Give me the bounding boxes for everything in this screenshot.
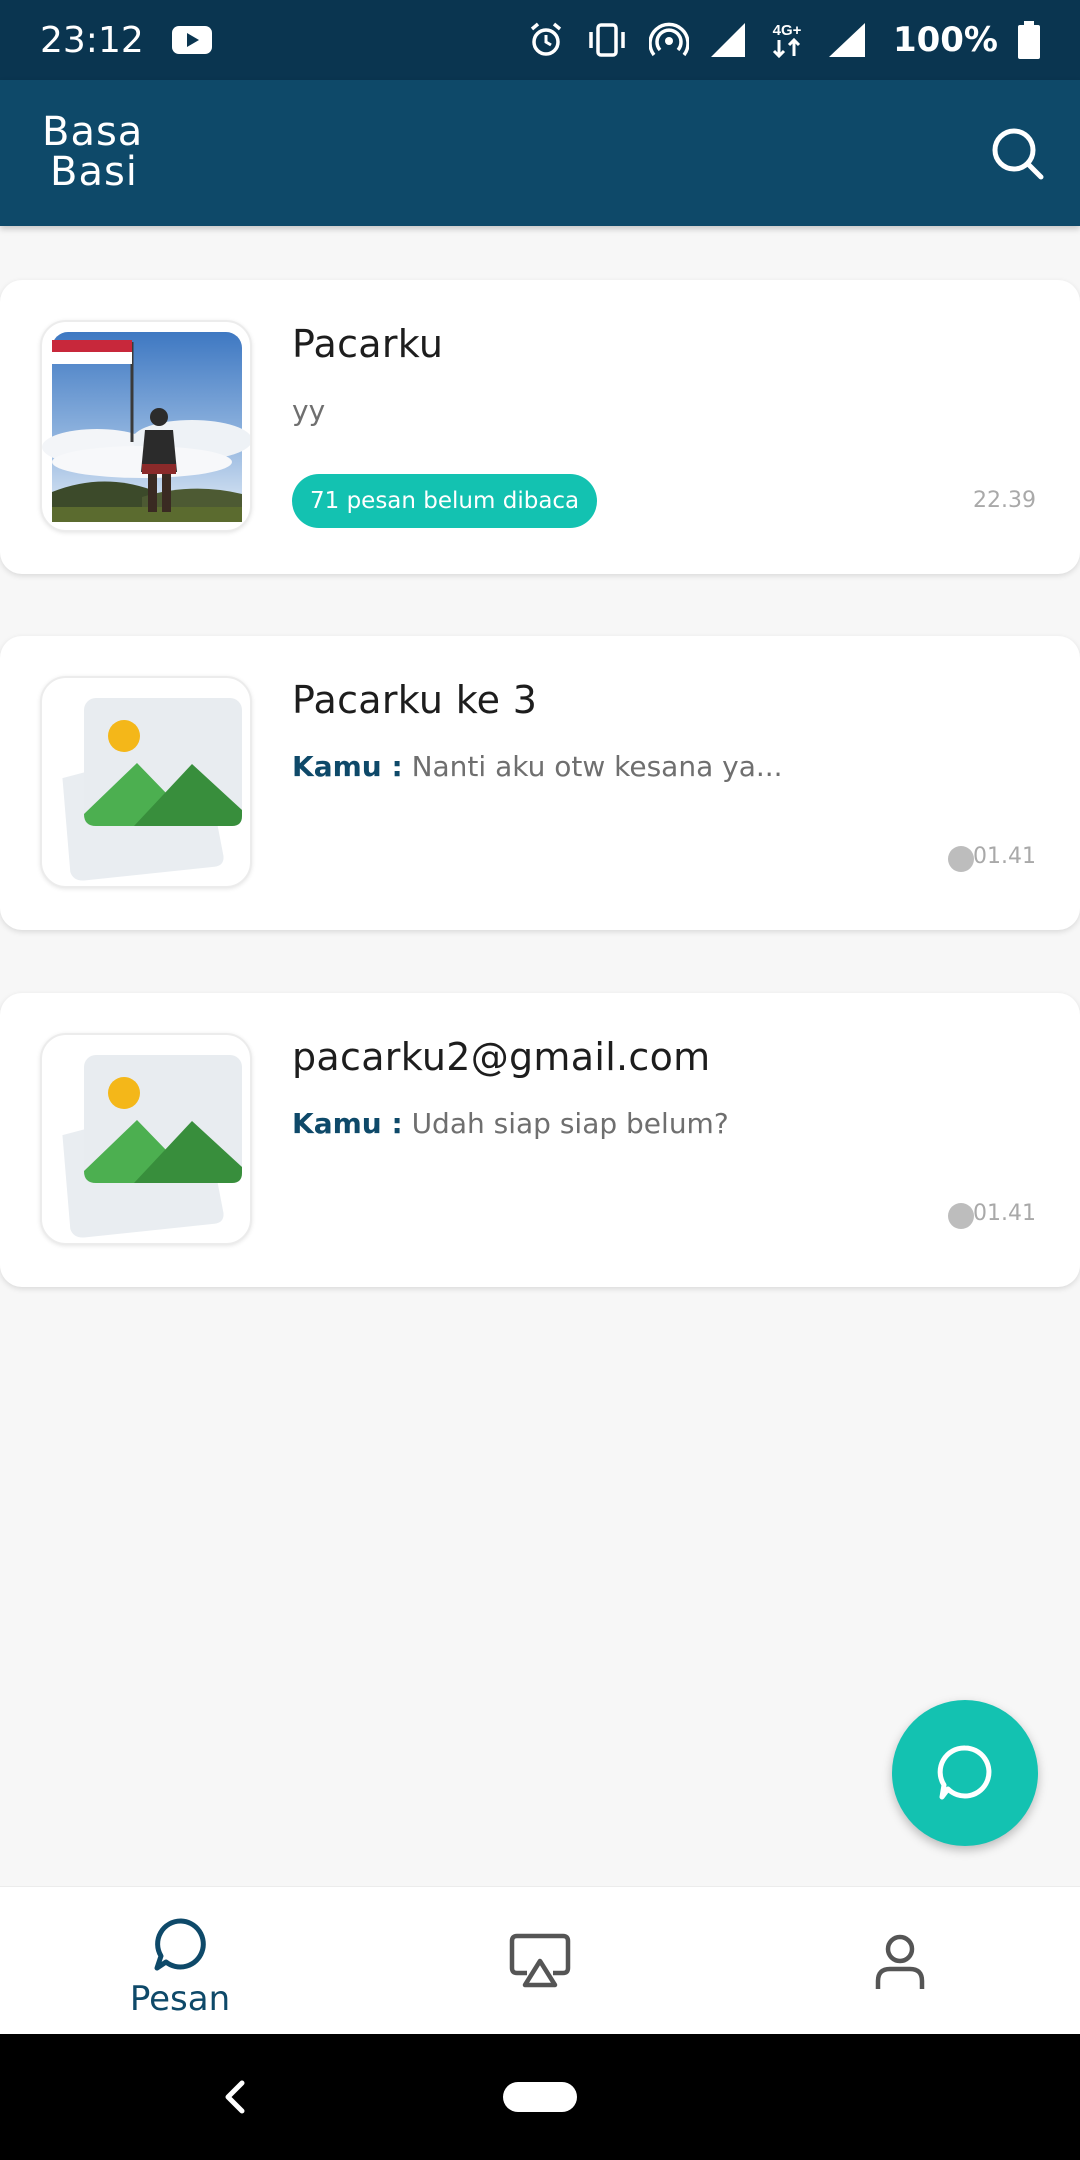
search-icon[interactable]	[988, 124, 1046, 182]
chat-time: 01.41	[973, 1201, 1036, 1226]
avatar	[40, 320, 252, 532]
sender-label: Kamu :	[292, 750, 403, 783]
nav-tab-story[interactable]	[390, 1887, 690, 2035]
chat-name: pacarku2@gmail.com	[292, 1035, 711, 1079]
chat-item-pacarku-ke-3[interactable]: Pacarku ke 3 Kamu : Nanti aku otw kesana…	[0, 636, 1080, 930]
signal-icon	[710, 23, 745, 57]
alarm-icon	[530, 22, 562, 56]
unread-badge: 71 pesan belum dibaca	[292, 474, 598, 528]
chat-time: 01.41	[973, 844, 1036, 869]
vibrate-icon	[589, 23, 625, 57]
youtube-icon	[171, 26, 212, 54]
nav-tab-profile[interactable]	[750, 1887, 1050, 2035]
home-pill[interactable]	[503, 2082, 577, 2112]
preview-text: Nanti aku otw kesana ya...	[411, 750, 783, 783]
svg-text:4G+: 4G+	[773, 22, 802, 39]
preview-text: Udah siap siap belum?	[411, 1107, 729, 1140]
chat-name: Pacarku	[292, 322, 444, 366]
status-dot	[948, 846, 974, 872]
app-logo: Basa Basi	[42, 112, 143, 192]
chat-preview: Kamu : Nanti aku otw kesana ya...	[292, 750, 783, 783]
new-chat-icon	[937, 1745, 992, 1800]
story-cast-icon	[509, 1933, 571, 1988]
placeholder-image-icon	[62, 698, 242, 881]
placeholder-image-icon	[62, 1055, 242, 1238]
status-icons: 4G+ 100%	[527, 20, 1040, 60]
new-chat-button[interactable]	[892, 1700, 1038, 1846]
sender-label: Kamu :	[292, 1107, 403, 1140]
status-bar: 23:12 4G+ 100%	[0, 0, 1080, 80]
chat-item-pacarku2[interactable]: pacarku2@gmail.com Kamu : Udah siap siap…	[0, 993, 1080, 1287]
logo-line-2: Basi	[50, 149, 138, 195]
status-time: 23:12	[40, 19, 144, 61]
nav-label-pesan: Pesan	[129, 1979, 231, 2019]
screen: 23:12 4G+ 100% Basa Basi Pacarku yy 71 p…	[0, 0, 1080, 2160]
preview-text: yy	[292, 394, 326, 427]
battery-level: 100%	[892, 20, 998, 60]
signal-icon	[828, 23, 865, 57]
chat-item-pacarku[interactable]: Pacarku yy 71 pesan belum dibaca 22.39	[0, 280, 1080, 574]
nav-tab-pesan[interactable]: Pesan	[30, 1887, 330, 2035]
hotspot-icon	[648, 22, 689, 57]
chat-preview: yy	[292, 394, 325, 427]
avatar	[40, 1033, 252, 1245]
status-dot	[948, 1203, 974, 1229]
battery-icon	[1018, 21, 1040, 59]
back-icon[interactable]	[222, 2078, 248, 2116]
network-4g-icon: 4G+	[773, 22, 802, 59]
avatar	[40, 676, 252, 888]
chat-name: Pacarku ke 3	[292, 678, 538, 722]
profile-photo	[42, 332, 250, 522]
chat-bubble-icon	[154, 1918, 206, 1971]
chat-time: 22.39	[973, 488, 1036, 513]
profile-icon	[875, 1934, 925, 1989]
app-bar: Basa Basi	[0, 80, 1080, 226]
bottom-nav: Pesan	[0, 1886, 1080, 2034]
system-nav-bar	[0, 2034, 1080, 2160]
chat-preview: Kamu : Udah siap siap belum?	[292, 1107, 729, 1140]
